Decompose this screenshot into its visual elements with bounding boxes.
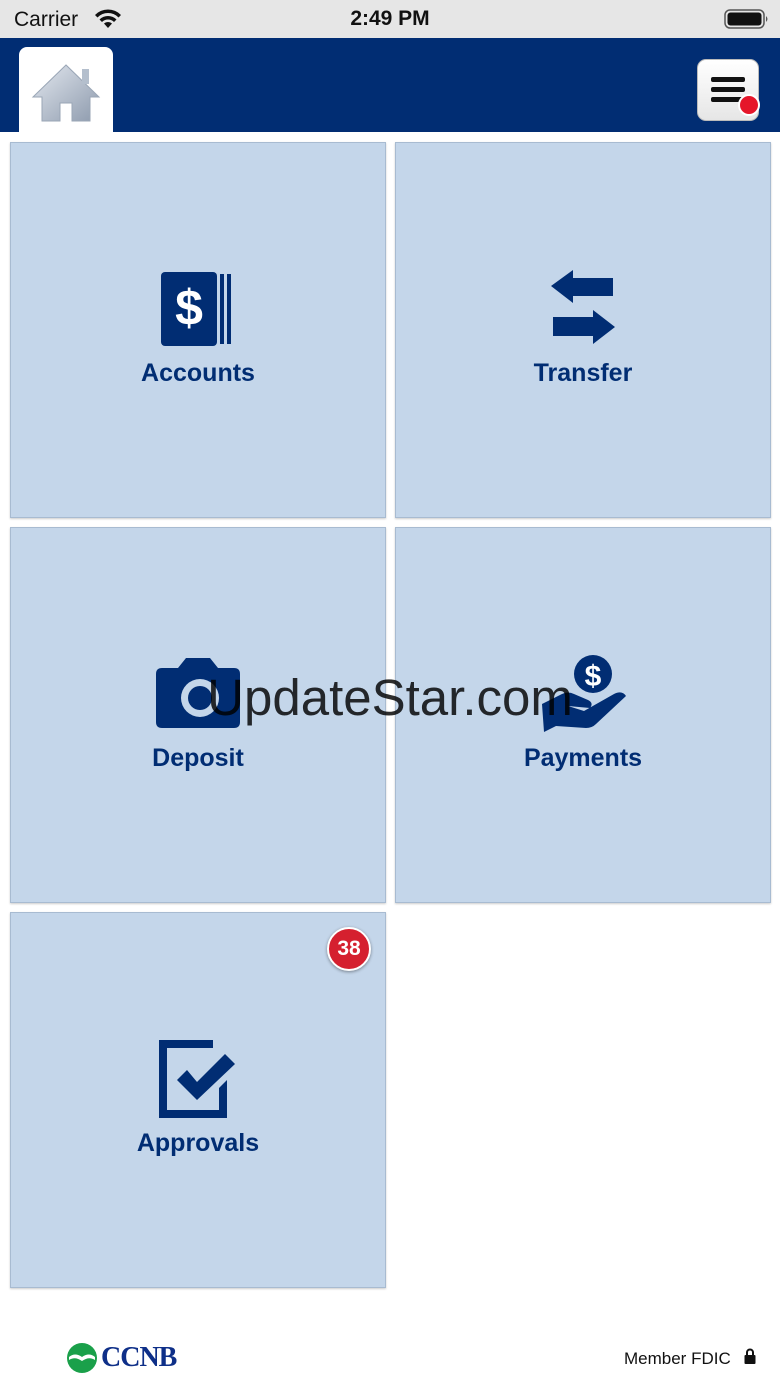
svg-text:$: $ xyxy=(175,280,203,336)
app-screen: Carrier 2:49 PM $ Accounts Transfer Depo… xyxy=(0,0,780,1387)
lock-icon xyxy=(744,1348,756,1364)
clock-time: 2:49 PM xyxy=(350,7,430,30)
tile-label-payments: Payments xyxy=(523,744,643,772)
tile-label-accounts: Accounts xyxy=(141,359,255,387)
member-fdic-label: Member FDIC xyxy=(624,1349,731,1368)
bank-logo: CCNB xyxy=(66,1342,177,1374)
transfer-arrows-icon xyxy=(551,270,615,344)
camera-icon xyxy=(156,658,240,728)
notification-dot xyxy=(738,94,760,116)
transfer-tile[interactable]: Transfer xyxy=(395,142,771,518)
approvals-tile[interactable]: Approvals xyxy=(10,912,386,1288)
accounts-tile[interactable]: $ Accounts xyxy=(10,142,386,518)
svg-text:$: $ xyxy=(585,660,602,693)
dollar-card-icon: $ xyxy=(161,272,231,346)
logo-text: CCNB xyxy=(101,1342,177,1373)
hand-coin-icon: $ xyxy=(542,655,626,732)
checkbox-icon xyxy=(159,1040,235,1118)
approvals-count-badge: 38 xyxy=(327,927,371,971)
ccnb-bird-logo-icon xyxy=(67,1343,97,1373)
tile-label-deposit: Deposit xyxy=(152,744,244,772)
status-bar: Carrier 2:49 PM xyxy=(0,0,780,38)
battery-icon xyxy=(724,9,768,29)
home-icon xyxy=(31,64,101,122)
deposit-tile[interactable]: Deposit xyxy=(10,527,386,903)
app-header xyxy=(0,38,780,132)
payments-tile[interactable]: $ Payments xyxy=(395,527,771,903)
tile-label-transfer: Transfer xyxy=(533,359,633,387)
tile-label-approvals: Approvals xyxy=(136,1129,260,1157)
home-button[interactable] xyxy=(19,47,113,132)
